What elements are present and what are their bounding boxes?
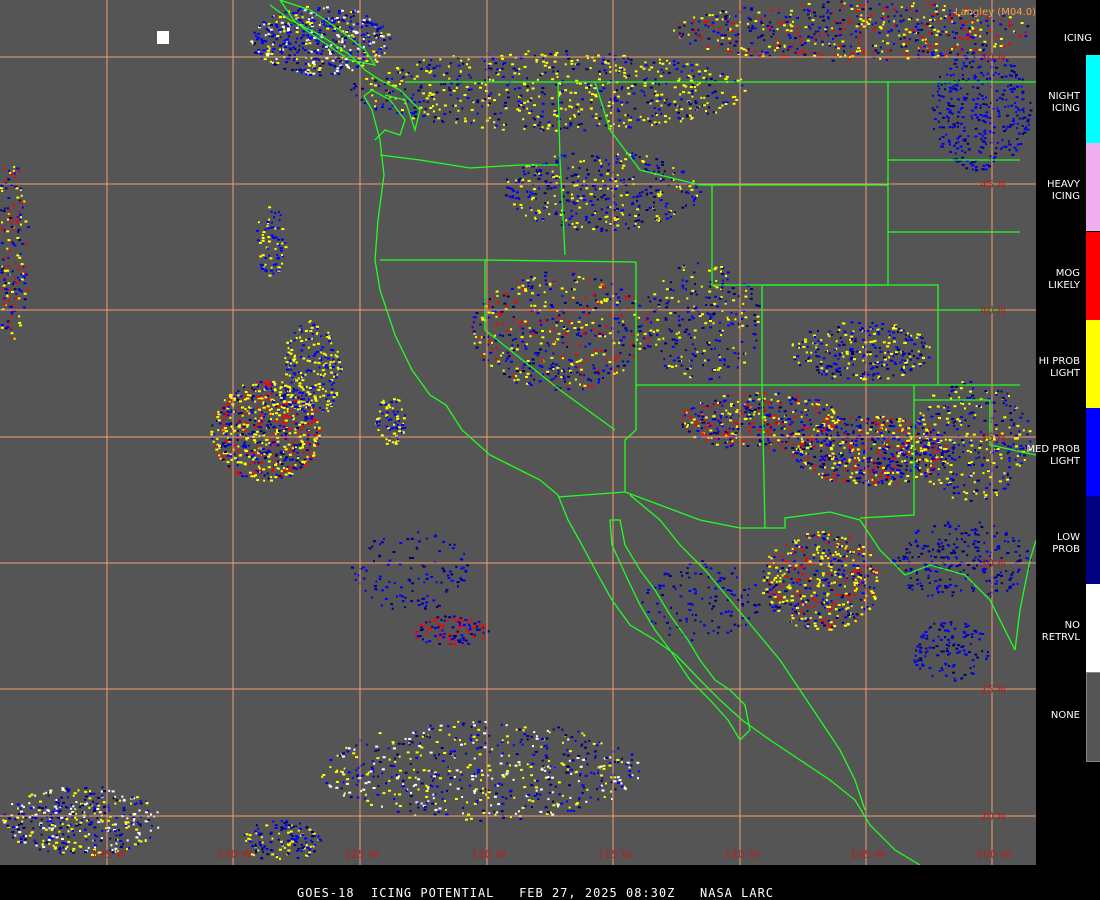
longitude-label: 115 W — [597, 848, 632, 861]
longitude-label: 105 W — [850, 848, 885, 861]
state-border-nm — [761, 384, 766, 529]
latitude-label: 25 N — [980, 683, 1006, 696]
state-border-tx — [859, 385, 915, 519]
coastlines-and-borders — [269, 0, 1036, 865]
legend-label: NIGHT ICING — [1048, 91, 1080, 114]
legend-label: MED PROB LIGHT — [1026, 444, 1080, 467]
legend-swatch — [1086, 408, 1100, 496]
legend-swatch — [1086, 232, 1100, 320]
gulf-of-california-coast — [609, 519, 751, 742]
footer-caption: GOES-18 ICING POTENTIAL FEB 27, 2025 08:… — [297, 886, 775, 900]
longitude-label: 120 W — [471, 848, 506, 861]
latitude-label: 40 N — [980, 304, 1006, 317]
latitude-label: 30 N — [980, 557, 1006, 570]
us-mexico-border — [557, 491, 1016, 651]
no-retrieval-patch — [157, 31, 169, 44]
legend-label: NO RETRVL — [1041, 620, 1080, 643]
legend-swatch — [1086, 55, 1100, 143]
legend-title: ICING — [1063, 33, 1092, 44]
credit-label: Langley (M04.0) — [954, 7, 1036, 18]
map-canvas: 135 W 130 W 125 W 120 W 115 W 110 W 105 W 100 W… — [0, 0, 1036, 865]
longitude-label: 100 W — [976, 848, 1011, 861]
legend-label: HI PROB LIGHT — [1038, 356, 1080, 379]
icing-pixels — [0, 0, 1033, 860]
longitude-label: 110 W — [724, 848, 759, 861]
state-border-wy — [711, 185, 888, 286]
mexico-west-coast — [629, 494, 866, 811]
legend-label: MOG LIKELY — [1048, 268, 1080, 291]
legend-swatch — [1086, 320, 1100, 408]
icing-map: 135 W 130 W 125 W 120 W 115 W 110 W 105 W 100 W… — [0, 0, 1036, 865]
state-border-or-ca-nv — [380, 259, 637, 263]
legend-swatch — [1086, 584, 1100, 672]
latitude-label: 35 N — [980, 431, 1006, 444]
longitude-label: 135 W — [91, 848, 126, 861]
longitude-label: 130 W — [217, 848, 252, 861]
legend-swatch — [1086, 672, 1100, 762]
legend-label: HEAVY ICING — [1047, 179, 1080, 202]
latitude-label: 50 N — [980, 51, 1006, 64]
state-border-ut — [635, 262, 763, 386]
legend-swatch — [1086, 496, 1100, 584]
legend-swatch — [1086, 143, 1100, 231]
latitude-label: 20 N — [980, 810, 1006, 823]
longitude-label: 125 W — [344, 848, 379, 861]
legend-label: NONE — [1050, 710, 1080, 721]
state-border-az-nm — [624, 385, 637, 492]
wa-coast — [363, 89, 406, 141]
legend-label: LOW PROB — [1052, 532, 1080, 555]
